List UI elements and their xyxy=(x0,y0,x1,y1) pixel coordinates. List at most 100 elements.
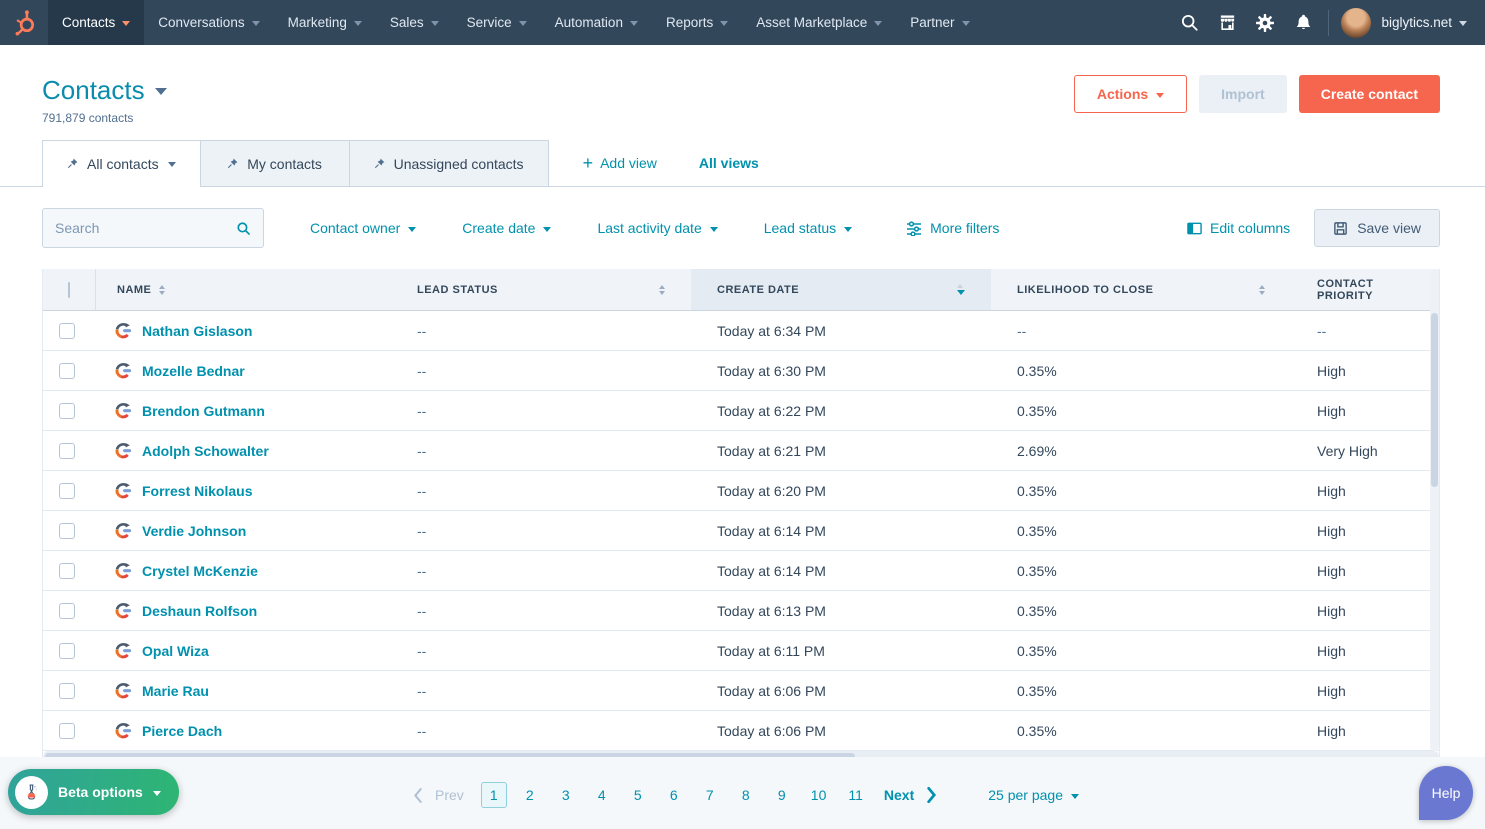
page-title-dropdown[interactable]: Contacts xyxy=(42,75,167,106)
nav-item[interactable]: Contacts xyxy=(48,0,144,45)
column-header-name[interactable]: NAME xyxy=(91,269,391,310)
likelihood-cell: 0.35% xyxy=(991,711,1291,750)
hubspot-logo-icon[interactable] xyxy=(0,0,48,45)
account-menu[interactable]: biglytics.net xyxy=(1381,15,1467,30)
contact-name-link[interactable]: Brendon Gutmann xyxy=(142,403,265,419)
nav-item[interactable]: Asset Marketplace xyxy=(742,0,896,45)
contact-name-link[interactable]: Marie Rau xyxy=(142,683,209,699)
row-checkbox[interactable] xyxy=(59,563,75,579)
sort-icon[interactable] xyxy=(659,285,665,295)
sort-icon[interactable] xyxy=(159,285,165,295)
search-input[interactable] xyxy=(55,220,236,236)
google-contact-icon xyxy=(115,402,132,419)
row-checkbox[interactable] xyxy=(59,603,75,619)
google-contact-icon xyxy=(115,642,132,659)
actions-button[interactable]: Actions xyxy=(1074,75,1187,113)
contact-name-link[interactable]: Adolph Schowalter xyxy=(142,443,269,459)
row-checkbox[interactable] xyxy=(59,443,75,459)
save-icon xyxy=(1333,221,1348,236)
row-checkbox-cell xyxy=(43,671,91,710)
nav-item[interactable]: Service xyxy=(453,0,541,45)
import-button[interactable]: Import xyxy=(1199,75,1287,113)
pagination: Prev 1 2 3 4 5 6 7 8 9 10 11 Next 25 per… xyxy=(0,782,1485,808)
page-number[interactable]: 2 xyxy=(517,782,543,808)
account-name: biglytics.net xyxy=(1381,15,1452,30)
contact-name-link[interactable]: Mozelle Bednar xyxy=(142,363,245,379)
column-header-create-date[interactable]: CREATE DATE xyxy=(691,269,991,310)
search-icon[interactable] xyxy=(1170,0,1208,45)
column-header-likelihood[interactable]: LIKELIHOOD TO CLOSE xyxy=(991,269,1291,310)
row-checkbox[interactable] xyxy=(59,523,75,539)
contact-name-link[interactable]: Forrest Nikolaus xyxy=(142,483,252,499)
page-number[interactable]: 4 xyxy=(589,782,615,808)
contact-name-link[interactable]: Verdie Johnson xyxy=(142,523,246,539)
filter-dropdown[interactable]: Last activity date xyxy=(597,220,717,236)
nav-item[interactable]: Sales xyxy=(376,0,453,45)
contact-name-link[interactable]: Deshaun Rolfson xyxy=(142,603,257,619)
priority-cell: High xyxy=(1291,391,1439,430)
likelihood-cell: 0.35% xyxy=(991,631,1291,670)
page-number[interactable]: 6 xyxy=(661,782,687,808)
next-button[interactable]: Next xyxy=(884,787,914,803)
prev-button[interactable]: Prev xyxy=(435,787,464,803)
add-view-button[interactable]: + Add view xyxy=(583,140,657,186)
edit-columns-button[interactable]: Edit columns xyxy=(1187,220,1290,236)
settings-icon[interactable] xyxy=(1246,0,1284,45)
contact-name-link[interactable]: Opal Wiza xyxy=(142,643,209,659)
page-number[interactable]: 8 xyxy=(733,782,759,808)
name-cell: Marie Rau xyxy=(91,671,391,710)
nav-item[interactable]: Partner xyxy=(896,0,983,45)
beta-options-button[interactable]: Beta options xyxy=(8,769,179,815)
sort-icon[interactable] xyxy=(1259,285,1265,295)
search-icon[interactable] xyxy=(236,220,251,237)
page-number[interactable]: 3 xyxy=(553,782,579,808)
page-number[interactable]: 9 xyxy=(769,782,795,808)
row-checkbox[interactable] xyxy=(59,483,75,499)
sort-desc-icon[interactable] xyxy=(957,284,965,295)
filter-dropdown[interactable]: Lead status xyxy=(764,220,852,236)
view-tab[interactable]: Unassigned contacts xyxy=(349,140,549,186)
chevron-right-icon[interactable] xyxy=(920,786,944,804)
save-view-button[interactable]: Save view xyxy=(1314,209,1440,247)
sliders-icon xyxy=(906,220,922,236)
nav-item[interactable]: Marketing xyxy=(274,0,376,45)
column-header-priority[interactable]: CONTACT PRIORITY xyxy=(1291,269,1439,310)
vertical-scrollbar-thumb[interactable] xyxy=(1431,313,1438,487)
contact-name-link[interactable]: Crystel McKenzie xyxy=(142,563,258,579)
row-checkbox[interactable] xyxy=(59,403,75,419)
filter-dropdown[interactable]: Contact owner xyxy=(310,220,416,236)
page-number[interactable]: 10 xyxy=(805,782,833,808)
nav-item[interactable]: Automation xyxy=(541,0,652,45)
contact-name-link[interactable]: Nathan Gislason xyxy=(142,323,252,339)
vertical-scrollbar[interactable] xyxy=(1430,269,1439,751)
nav-item[interactable]: Reports xyxy=(652,0,742,45)
row-checkbox[interactable] xyxy=(59,723,75,739)
avatar[interactable] xyxy=(1341,8,1371,38)
more-filters-button[interactable]: More filters xyxy=(906,220,999,236)
column-header-lead-status[interactable]: LEAD STATUS xyxy=(391,269,691,310)
help-button[interactable]: Help xyxy=(1419,766,1473,820)
create-date-cell: Today at 6:14 PM xyxy=(691,551,991,590)
view-tab[interactable]: All contacts xyxy=(42,140,201,186)
chevron-left-icon[interactable] xyxy=(406,787,429,804)
contact-name-link[interactable]: Pierce Dach xyxy=(142,723,222,739)
row-checkbox[interactable] xyxy=(59,683,75,699)
page-number[interactable]: 7 xyxy=(697,782,723,808)
view-tab[interactable]: My contacts xyxy=(200,140,350,186)
row-checkbox[interactable] xyxy=(59,323,75,339)
page-number[interactable]: 5 xyxy=(625,782,651,808)
notifications-icon[interactable] xyxy=(1284,0,1322,45)
create-contact-button[interactable]: Create contact xyxy=(1299,75,1440,113)
select-all-checkbox[interactable] xyxy=(68,282,70,298)
filter-dropdown[interactable]: Create date xyxy=(462,220,551,236)
row-checkbox[interactable] xyxy=(59,643,75,659)
page-number[interactable]: 1 xyxy=(481,782,507,808)
page-number[interactable]: 11 xyxy=(842,782,869,808)
marketplace-icon[interactable] xyxy=(1208,0,1246,45)
create-date-cell: Today at 6:14 PM xyxy=(691,511,991,550)
row-checkbox[interactable] xyxy=(59,363,75,379)
all-views-link[interactable]: All views xyxy=(699,140,759,186)
nav-item[interactable]: Conversations xyxy=(144,0,273,45)
per-page-dropdown[interactable]: 25 per page xyxy=(988,787,1079,803)
create-date-cell: Today at 6:34 PM xyxy=(691,311,991,350)
